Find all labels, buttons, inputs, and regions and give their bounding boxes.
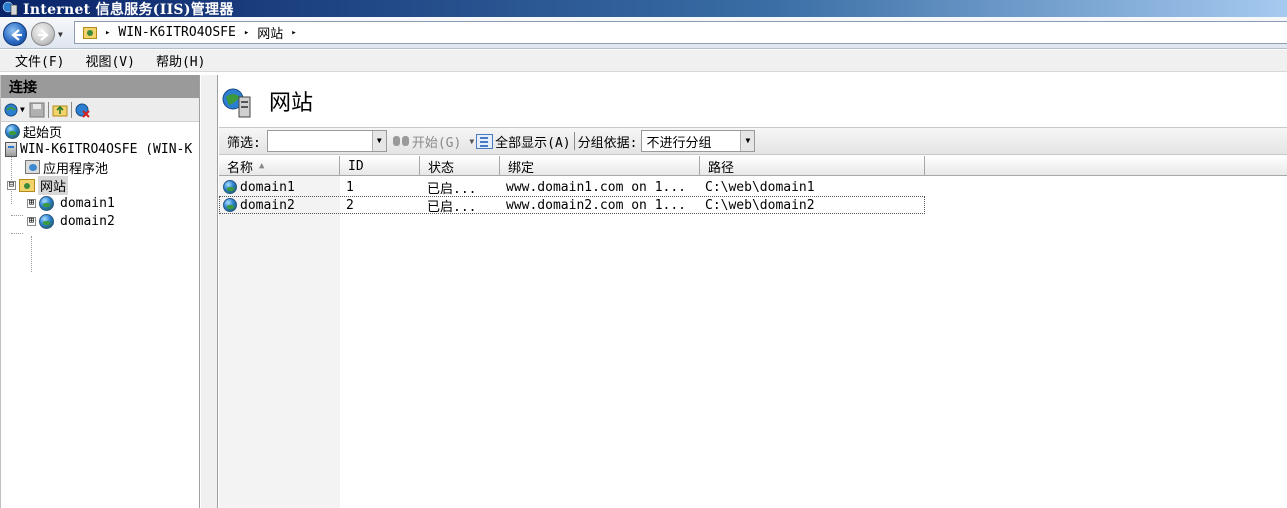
page-title: 网站 — [269, 91, 314, 116]
disconnect-icon[interactable] — [75, 102, 91, 118]
chevron-right-icon[interactable]: ▸ — [291, 28, 296, 38]
table-row[interactable]: domain2 2 已启... www.domain2.com on 1... … — [219, 196, 925, 214]
arrow-right-icon — [38, 29, 49, 41]
globe-icon — [223, 180, 237, 194]
chevron-down-icon[interactable]: ▼ — [20, 105, 25, 114]
name-column-background — [219, 176, 340, 508]
cell-name: domain2 — [223, 196, 340, 214]
menu-view[interactable]: 视图(V) — [85, 51, 134, 70]
connections-toolbar: ▼ — [1, 98, 199, 122]
table-row[interactable]: domain1 1 已启... www.domain1.com on 1... … — [219, 178, 925, 196]
tree-item-app-pools[interactable]: 应用程序池 — [25, 158, 108, 177]
globe-icon — [39, 195, 54, 211]
tree-item-sites[interactable]: ⊟ 网站 — [7, 175, 69, 195]
filter-bar: 筛选: ▼ 开始(G) ▼ 全部显示(A) 分组依据: 不进行分组 ▼ — [219, 127, 1287, 155]
cell-binding: www.domain1.com on 1... — [506, 179, 687, 195]
up-folder-icon[interactable] — [52, 102, 68, 118]
title-bar: Internet 信息服务(IIS)管理器 — [0, 0, 1287, 18]
chevron-right-icon[interactable]: ▸ — [244, 28, 249, 38]
cell-binding: www.domain2.com on 1... — [506, 197, 687, 213]
go-button[interactable]: 开始(G) — [412, 132, 461, 151]
menu-help[interactable]: 帮助(H) — [156, 51, 205, 70]
page-header: 网站 — [219, 75, 1287, 127]
filter-input[interactable]: ▼ — [266, 130, 387, 152]
sites-grid: 名称 ▲ ID 状态 绑定 路径 domain1 1 已启... www.dom… — [219, 156, 1287, 508]
chevron-down-icon[interactable]: ▼ — [469, 137, 474, 146]
breadcrumb-server[interactable]: WIN-K6ITRO4OSFE — [118, 25, 235, 40]
iis-manager-icon — [2, 0, 19, 17]
app-pool-icon — [25, 160, 40, 174]
show-all-icon — [476, 133, 494, 149]
globe-icon — [223, 198, 237, 212]
cell-id: 1 — [346, 179, 354, 195]
column-header-binding[interactable]: 绑定 — [500, 156, 700, 176]
show-all-button[interactable]: 全部显示(A) — [495, 132, 570, 151]
tree-item-domain2[interactable]: ⊞ domain2 — [27, 212, 115, 230]
sites-folder-icon — [83, 26, 97, 39]
cell-path: C:\web\domain1 — [705, 179, 815, 195]
history-dropdown-icon[interactable]: ▼ — [58, 30, 63, 39]
menu-bar: 文件(F) 视图(V) 帮助(H) — [0, 50, 1287, 72]
group-by-label: 分组依据: — [577, 135, 638, 151]
chevron-right-icon[interactable]: ▸ — [105, 28, 110, 38]
window-title: Internet 信息服务(IIS)管理器 — [23, 1, 234, 18]
sites-globe-server-icon — [221, 87, 253, 119]
column-header-status[interactable]: 状态 — [420, 156, 500, 176]
expand-icon[interactable]: ⊞ — [27, 216, 36, 226]
address-bar: ▼ ▸ WIN-K6ITRO4OSFE ▸ 网站 ▸ — [0, 17, 1287, 49]
grid-header: 名称 ▲ ID 状态 绑定 路径 — [219, 156, 1287, 176]
collapse-icon[interactable]: ⊟ — [7, 180, 16, 190]
tree-item-start-page[interactable]: 起始页 — [5, 122, 62, 141]
tree-item-server[interactable]: WIN-K6ITRO4OSFE (WIN-K — [5, 140, 192, 158]
pane-splitter[interactable] — [201, 75, 218, 508]
column-header-id[interactable]: ID — [340, 156, 420, 176]
connections-pane: 连接 ▼ 起始页 WIN-K6ITRO4OSFE (WIN-K 应用程序池 ⊟ … — [0, 75, 200, 508]
address-path[interactable]: ▸ WIN-K6ITRO4OSFE ▸ 网站 ▸ — [74, 21, 1287, 44]
save-icon[interactable] — [29, 102, 45, 118]
sites-pane: 网站 筛选: ▼ 开始(G) ▼ 全部显示(A) 分组依据: 不进行分组 ▼ 名… — [219, 75, 1287, 508]
connections-header: 连接 — [1, 75, 199, 98]
sites-folder-icon — [19, 178, 35, 192]
cell-status: 已启... — [427, 181, 477, 197]
expand-icon[interactable]: ⊞ — [27, 198, 36, 208]
arrow-left-icon — [11, 29, 22, 41]
cell-name: domain1 — [223, 178, 340, 196]
column-header-path[interactable]: 路径 — [700, 156, 925, 176]
connect-globe-icon[interactable] — [4, 102, 20, 118]
cell-status: 已启... — [427, 199, 477, 215]
filter-divider — [573, 132, 575, 150]
start-page-icon — [5, 123, 20, 139]
breadcrumb-sites[interactable]: 网站 — [257, 23, 283, 42]
back-button[interactable] — [3, 22, 27, 46]
forward-button[interactable] — [31, 22, 55, 46]
column-header-name[interactable]: 名称 ▲ — [219, 156, 340, 176]
sort-ascending-icon: ▲ — [259, 161, 265, 171]
group-by-select[interactable]: 不进行分组 ▼ — [641, 130, 756, 152]
menu-file[interactable]: 文件(F) — [15, 51, 64, 70]
toolbar-divider — [47, 101, 49, 118]
globe-icon — [39, 213, 54, 229]
server-icon — [5, 141, 17, 157]
cell-path: C:\web\domain2 — [705, 197, 815, 213]
toolbar-divider — [70, 101, 72, 118]
binoculars-icon — [392, 134, 410, 148]
filter-label: 筛选: — [227, 135, 261, 151]
chevron-down-icon[interactable]: ▼ — [740, 131, 755, 151]
tree-item-domain1[interactable]: ⊞ domain1 — [27, 194, 115, 212]
cell-id: 2 — [346, 197, 354, 213]
chevron-down-icon[interactable]: ▼ — [371, 131, 386, 151]
